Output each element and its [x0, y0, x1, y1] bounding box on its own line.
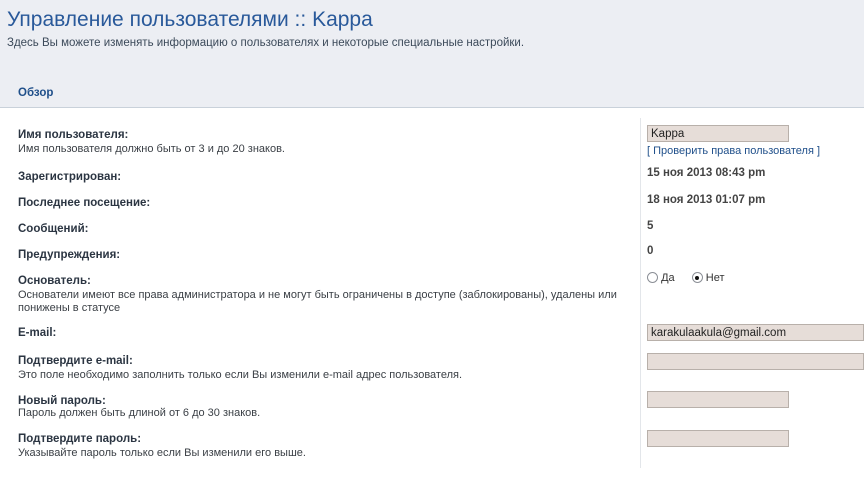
username-explain: Имя пользователя должно быть от 3 и до 2… [18, 143, 285, 155]
registered-label: Зарегистрирован: [18, 171, 122, 183]
email-confirm-explain: Это поле необходимо заполнить только есл… [18, 369, 463, 381]
user-settings-panel: Имя пользователя: Имя пользователя должн… [0, 108, 864, 487]
column-divider [640, 118, 641, 468]
last-visit-value: 18 ноя 2013 01:07 pm [647, 194, 766, 206]
warnings-value: 0 [647, 245, 654, 257]
new-password-input[interactable] [647, 391, 789, 408]
password-confirm-input[interactable] [647, 430, 789, 447]
founder-label: Основатель: [18, 275, 91, 287]
posts-value: 5 [647, 220, 654, 232]
username-input[interactable] [647, 125, 789, 142]
password-confirm-explain: Указывайте пароль только если Вы изменил… [18, 447, 306, 459]
founder-option-no[interactable]: Нет [691, 272, 725, 284]
email-label: E-mail: [18, 327, 57, 339]
radio-no-icon[interactable] [691, 272, 703, 283]
founder-no-label: Нет [705, 272, 725, 284]
check-permissions-link[interactable]: Проверить права пользователя [653, 145, 814, 157]
bracket-close: ] [817, 145, 821, 157]
founder-radio-group: Да Нет [647, 272, 739, 284]
last-visit-label: Последнее посещение: [18, 197, 151, 209]
bracket-open: [ [647, 145, 651, 157]
username-label: Имя пользователя: [18, 129, 129, 141]
email-confirm-label: Подтвердите e-mail: [18, 355, 133, 367]
tab-overview[interactable]: Обзор [8, 80, 64, 107]
email-confirm-input[interactable] [647, 353, 864, 370]
posts-label: Сообщений: [18, 223, 89, 235]
warnings-label: Предупреждения: [18, 249, 121, 261]
check-permissions-link-wrap: [ Проверить права пользователя ] [647, 145, 820, 157]
radio-yes-icon[interactable] [647, 272, 658, 283]
founder-yes-label: Да [661, 272, 675, 284]
tab-bar: Обзор [0, 80, 864, 108]
password-confirm-label: Подтвердите пароль: [18, 433, 142, 445]
new-password-explain: Пароль должен быть длиной от 6 до 30 зна… [18, 407, 261, 419]
page-description: Здесь Вы можете изменять информацию о по… [7, 37, 525, 49]
email-input[interactable] [647, 324, 864, 341]
page-title: Управление пользователями :: Kappa [7, 8, 373, 31]
registered-value: 15 ноя 2013 08:43 pm [647, 167, 766, 179]
founder-option-yes[interactable]: Да [647, 272, 675, 284]
founder-explain: Основатели имеют все права администратор… [18, 289, 617, 314]
new-password-label: Новый пароль: [18, 395, 106, 407]
